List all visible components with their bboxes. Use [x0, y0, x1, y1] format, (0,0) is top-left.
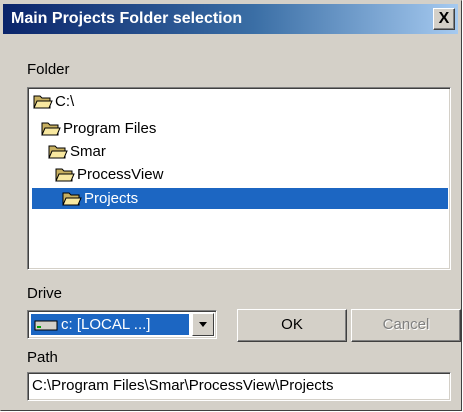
chevron-down-icon — [199, 322, 207, 327]
close-button[interactable]: X — [433, 8, 455, 30]
open-folder-icon — [48, 145, 68, 159]
folder-item-processview[interactable]: ProcessView — [55, 164, 163, 185]
window-title: Main Projects Folder selection — [11, 10, 243, 27]
folder-item-label: ProcessView — [77, 166, 164, 183]
title-bar: Main Projects Folder selection X — [3, 4, 458, 34]
open-folder-icon — [33, 95, 53, 109]
open-folder-icon — [41, 122, 61, 136]
folder-item-root[interactable]: C:\ — [33, 91, 74, 112]
folder-item-program-files[interactable]: Program Files — [41, 118, 156, 139]
open-folder-icon — [55, 168, 75, 182]
path-field[interactable]: C:\Program Files\Smar\ProcessView\Projec… — [27, 372, 451, 401]
folder-selection-dialog: Main Projects Folder selection X Folder … — [0, 0, 462, 411]
path-value: C:\Program Files\Smar\ProcessView\Projec… — [32, 377, 334, 394]
folder-tree[interactable]: C:\ Program Files Smar ProcessView Proje… — [27, 87, 451, 270]
folder-item-label: Smar — [70, 143, 106, 160]
open-folder-icon — [62, 192, 82, 206]
drive-label: Drive — [27, 285, 63, 302]
path-label: Path — [27, 349, 58, 366]
cancel-button[interactable]: Cancel — [351, 309, 461, 342]
drive-dropdown-button[interactable] — [192, 313, 214, 336]
folder-label: Folder — [27, 61, 70, 78]
ok-button[interactable]: OK — [237, 309, 347, 342]
folder-item-label: Program Files — [63, 120, 157, 137]
drive-value-text: c: [LOCAL ...] — [61, 316, 151, 333]
folder-item-smar[interactable]: Smar — [48, 141, 106, 162]
drive-selected-value: c: [LOCAL ...] — [31, 314, 189, 335]
close-icon: X — [438, 10, 450, 27]
hard-drive-icon — [34, 320, 58, 330]
drive-select[interactable]: c: [LOCAL ...] — [27, 310, 217, 339]
folder-item-label: C:\ — [55, 93, 75, 110]
folder-item-label: Projects — [84, 190, 139, 207]
folder-item-projects[interactable]: Projects — [32, 188, 448, 209]
